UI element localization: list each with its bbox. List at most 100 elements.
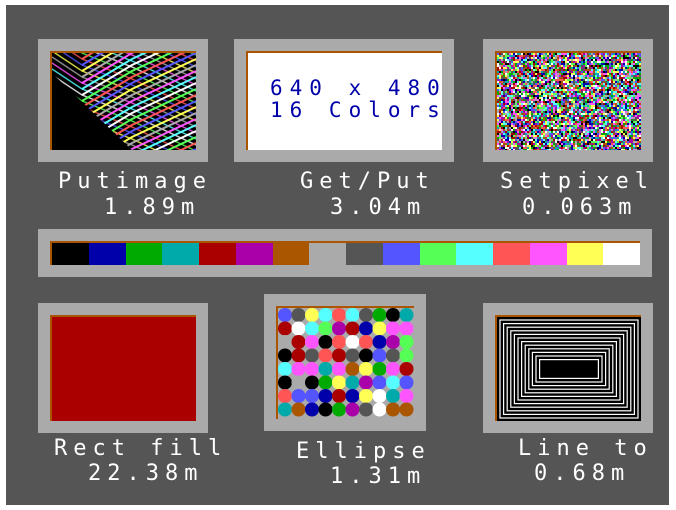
- putimage-time: 1.89m: [104, 195, 201, 220]
- ellipse-grid: [278, 308, 414, 417]
- putimage-title: Putimage: [58, 169, 212, 194]
- lineto-title: Line to: [518, 436, 653, 461]
- palette-swatch: [603, 243, 640, 265]
- ellipse-circle: [278, 375, 292, 390]
- ellipse-circle: [359, 321, 373, 336]
- ellipse-circle: [332, 308, 346, 322]
- ellipse-circle: [359, 402, 373, 417]
- getput-panel: 640 x 480 16 Colors: [234, 39, 454, 162]
- ellipse-circle: [386, 362, 400, 376]
- palette-swatch: [382, 243, 420, 265]
- ellipse-circle: [278, 321, 292, 336]
- ellipse-circle: [359, 362, 373, 376]
- ellipse-circle: [291, 389, 306, 403]
- ellipse-circle: [305, 335, 319, 349]
- ellipse-circle: [278, 348, 292, 363]
- ellipse-circle: [372, 389, 387, 403]
- ellipse-circle: [399, 402, 414, 417]
- lineto-rectangles: [499, 319, 639, 419]
- ellipse-circle: [372, 375, 387, 390]
- ellipse-circle: [332, 402, 346, 417]
- palette-swatch: [88, 243, 126, 265]
- putimage-pattern: [52, 53, 196, 150]
- ellipse-circle: [318, 362, 333, 376]
- ellipse-circle: [318, 375, 333, 390]
- ellipse-circle: [386, 375, 400, 390]
- rectfill-content: [52, 317, 196, 421]
- ellipse-circle: [386, 348, 400, 363]
- ellipse-circle: [318, 348, 333, 363]
- palette-strip: [52, 243, 640, 265]
- palette-swatch: [162, 243, 199, 265]
- ellipse-circle: [372, 335, 387, 349]
- lineto-time: 0.68m: [534, 461, 631, 486]
- ellipse-circle: [305, 308, 319, 322]
- ellipse-circle: [359, 348, 373, 363]
- setpixel-title: Setpixel: [500, 169, 654, 194]
- ellipse-circle: [305, 389, 319, 403]
- palette-swatch: [125, 243, 163, 265]
- ellipse-circle: [305, 362, 319, 376]
- ellipse-circle: [278, 335, 292, 349]
- ellipse-circle: [386, 321, 400, 336]
- palette-swatch: [199, 243, 236, 265]
- ellipse-panel: [264, 294, 426, 431]
- palette-swatch: [346, 243, 383, 265]
- ellipse-circle: [332, 362, 346, 376]
- ellipse-circle: [372, 402, 387, 417]
- ellipse-circle: [345, 321, 360, 336]
- ellipse-circle: [399, 389, 414, 403]
- ellipse-circle: [345, 389, 360, 403]
- ellipse-circle: [332, 348, 346, 363]
- ellipse-circle: [305, 348, 319, 363]
- getput-content-text: 640 x 480 16 Colors: [270, 77, 442, 121]
- ellipse-circle: [399, 321, 414, 336]
- ellipse-circle: [345, 308, 360, 322]
- ellipse-circle: [291, 335, 306, 349]
- palette-swatch: [566, 243, 604, 265]
- ellipse-circle: [318, 335, 333, 349]
- ellipse-circle: [332, 335, 346, 349]
- ellipse-circle: [386, 389, 400, 403]
- ellipse-circle: [372, 321, 387, 336]
- ellipse-circle: [332, 375, 346, 390]
- ellipse-circle: [318, 402, 333, 417]
- ellipse-circle: [291, 402, 306, 417]
- rectfill-title: Rect fill: [54, 436, 228, 461]
- ellipse-circle: [345, 348, 360, 363]
- ellipse-circle: [372, 348, 387, 363]
- ellipse-circle: [278, 362, 292, 376]
- lineto-panel: [483, 303, 653, 433]
- ellipse-title: Ellipse: [296, 439, 431, 464]
- getput-content-line2: 16 Colors: [270, 98, 442, 122]
- ellipse-circle: [291, 308, 306, 322]
- getput-title: Get/Put: [300, 169, 435, 194]
- ellipse-circle: [291, 375, 306, 390]
- palette-swatch: [309, 243, 346, 265]
- ellipse-time: 1.31m: [330, 464, 427, 489]
- ellipse-circle: [359, 308, 373, 322]
- ellipse-circle: [359, 335, 373, 349]
- ellipse-circle: [291, 348, 306, 363]
- ellipse-circle: [291, 362, 306, 376]
- ellipse-circle: [278, 308, 292, 322]
- ellipse-circle: [318, 321, 333, 336]
- ellipse-circle: [372, 362, 387, 376]
- ellipse-circle: [399, 375, 414, 390]
- palette-swatch: [235, 243, 273, 265]
- ellipse-circle: [305, 375, 319, 390]
- ellipse-circle: [332, 389, 346, 403]
- ellipse-circle: [399, 335, 414, 349]
- rectfill-panel: [38, 303, 208, 433]
- ellipse-circle: [372, 308, 387, 322]
- palette-swatch: [52, 243, 89, 265]
- ellipse-circle: [291, 321, 306, 336]
- setpixel-noise: [497, 53, 641, 150]
- rectfill-time: 22.38m: [88, 461, 204, 486]
- palette-swatch: [272, 243, 310, 265]
- palette-panel: [38, 229, 652, 277]
- ellipse-circle: [359, 389, 373, 403]
- getput-content-line1: 640 x 480: [270, 76, 442, 100]
- ellipse-circle: [345, 375, 360, 390]
- putimage-panel: [38, 39, 208, 162]
